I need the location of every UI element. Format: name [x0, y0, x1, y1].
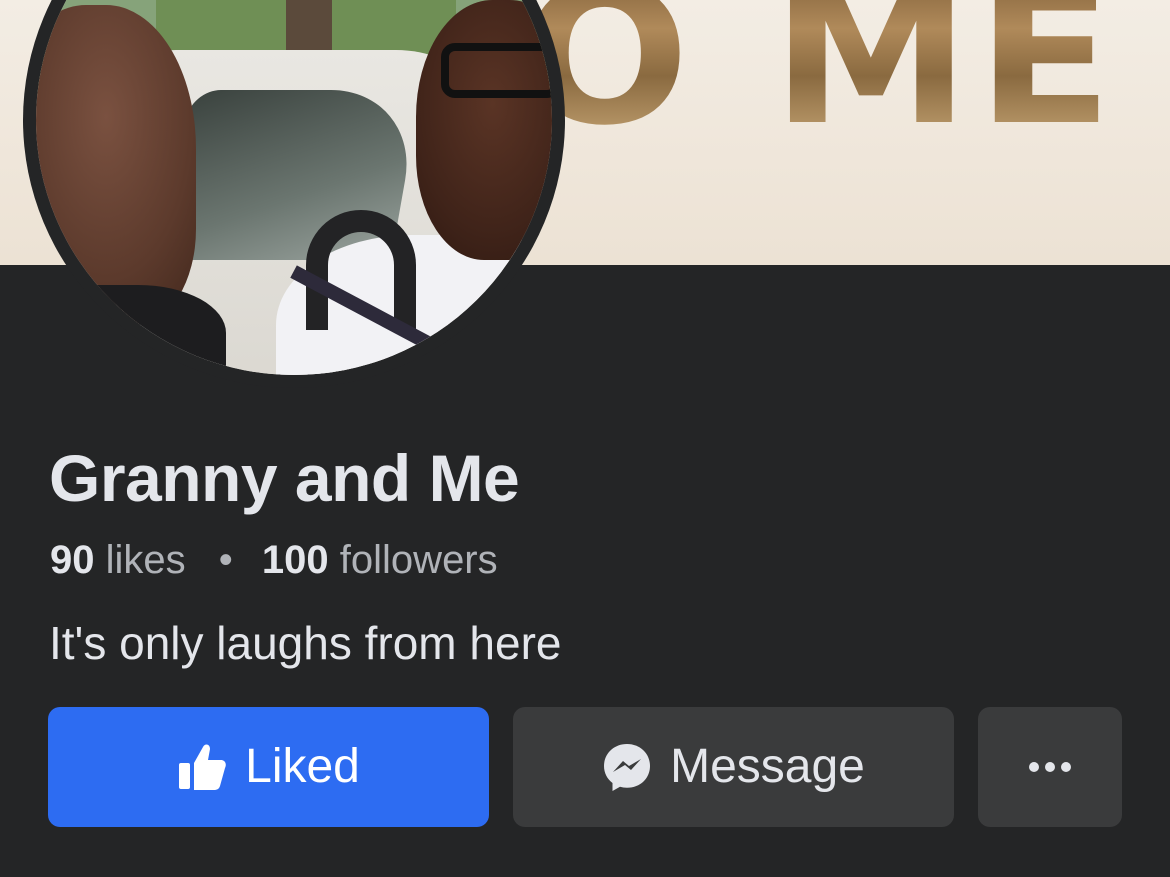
page-header: O ME Granny and Me 90 likes • 100 follow… — [0, 0, 1170, 877]
followers-count: 100 — [261, 538, 329, 582]
profile-photo-image — [36, 0, 552, 375]
liked-button-label: Liked — [245, 740, 360, 793]
liked-button[interactable]: Liked — [48, 707, 489, 827]
stats-separator: • — [218, 538, 233, 582]
page-stats: 90 likes • 100 followers — [50, 538, 498, 583]
thumbs-up-icon — [177, 743, 227, 791]
likes-count: 90 — [50, 538, 95, 582]
more-options-icon — [1028, 761, 1072, 773]
page-title: Granny and Me — [49, 441, 520, 515]
message-button-label: Message — [670, 740, 865, 793]
likes-label: likes — [105, 538, 186, 582]
profile-picture[interactable] — [23, 0, 565, 388]
message-button[interactable]: Message — [513, 707, 954, 827]
messenger-icon — [602, 742, 652, 792]
cover-photo-text: O ME — [520, 0, 1119, 152]
followers-label: followers — [339, 538, 498, 582]
page-bio: It's only laughs from here — [49, 617, 562, 669]
more-options-button[interactable] — [978, 707, 1122, 827]
